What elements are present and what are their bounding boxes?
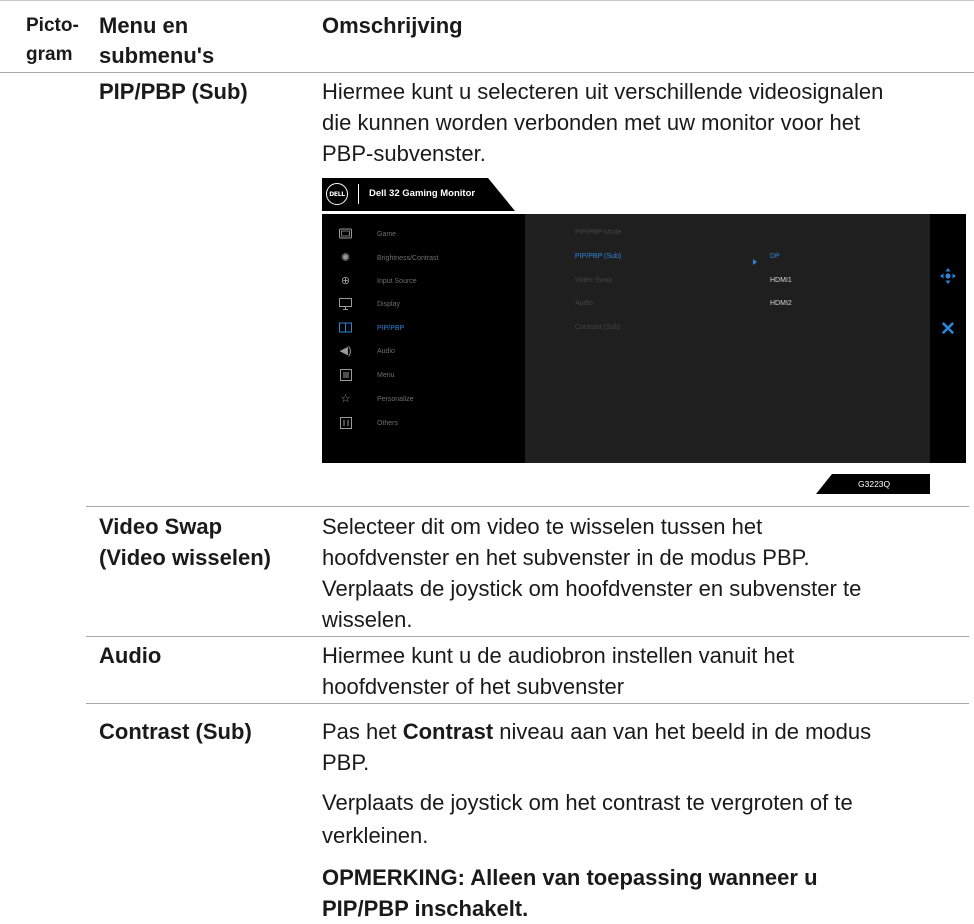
label-audio: Audio	[99, 643, 162, 668]
selection-arrow-icon	[753, 259, 757, 265]
game-icon	[339, 228, 352, 241]
osd-title: Dell 32 Gaming Monitor	[369, 188, 476, 199]
menu-item-display[interactable]: Display	[322, 294, 525, 317]
menu-item-menu[interactable]: Menu	[322, 365, 525, 388]
menu-label-personalize: Personalize	[377, 396, 414, 403]
menu-item-brightness[interactable]: ✺ Brightness/Contrast	[322, 248, 525, 271]
tab-separator	[358, 184, 359, 204]
header-description: Omschrijving	[322, 13, 463, 38]
desc-contrast-para2-line1: Verplaats de joystick om het contrast te…	[322, 790, 853, 815]
submenu-pip-pbp-mode[interactable]: PIP/PBP Mode	[575, 227, 622, 239]
desc-pip-sub-line2: die kunnen worden verbonden met uw monit…	[322, 110, 861, 135]
menu-item-audio[interactable]: ◀) Audio	[322, 341, 525, 364]
row-divider-2	[86, 636, 969, 637]
desc-video-swap-line2: hoofdvenster en het subvenster in de mod…	[322, 545, 810, 570]
header-divider	[0, 72, 974, 73]
menu-item-others[interactable]: Others	[322, 413, 525, 436]
speaker-icon: ◀)	[339, 345, 352, 357]
option-hdmi1[interactable]: HDMI1	[770, 275, 792, 287]
menu-label-menu: Menu	[377, 372, 395, 379]
dell-logo: DELL	[326, 183, 348, 205]
row-divider-1	[86, 506, 969, 507]
desc-contrast-line2: PBP.	[322, 750, 370, 775]
menu-label-game: Game	[377, 231, 397, 238]
label-video-swap-line1: Video Swap	[99, 514, 223, 539]
menu-item-input-source[interactable]: ⊕ Input Source	[322, 271, 525, 294]
submenu-pip-pbp-sub[interactable]: PIP/PBP (Sub)	[575, 251, 621, 263]
star-icon: ☆	[340, 393, 351, 405]
close-icon[interactable]: ✕	[938, 320, 958, 340]
menu-label-brightness: Brightness/Contrast	[377, 255, 439, 262]
others-icon	[339, 417, 352, 430]
note-line1: OPMERKING: Alleen van toepassing wanneer…	[322, 865, 818, 890]
top-rule	[0, 0, 974, 1]
menu-label-audio: Audio	[377, 348, 395, 355]
menu-item-personalize[interactable]: ☆ Personalize	[322, 389, 525, 412]
header-pictogram-line1: Picto-	[26, 15, 79, 36]
desc-video-swap-line4: wisselen.	[322, 607, 413, 632]
header-menu-line1: Menu en	[99, 13, 189, 38]
header-pictogram-line2: gram	[26, 44, 73, 65]
display-icon	[339, 298, 352, 311]
label-contrast-sub: Contrast (Sub)	[99, 719, 252, 744]
desc-video-swap-line3: Verplaats de joystick om hoofdvenster en…	[322, 576, 862, 601]
brightness-icon: ✺	[340, 252, 351, 264]
label-pip-pbp-sub: PIP/PBP (Sub)	[99, 79, 248, 104]
submenu-video-swap[interactable]: Video Swap	[575, 275, 612, 287]
menu-label-pip-pbp: PIP/PBP	[377, 325, 405, 332]
desc-contrast-bold: Contrast	[402, 719, 494, 744]
desc-pip-sub-line3: PBP-subvenster.	[322, 141, 486, 166]
osd-submenu-panel: PIP/PBP Mode PIP/PBP (Sub) Video Swap Au…	[525, 214, 930, 463]
desc-contrast-prefix: Pas het	[322, 719, 403, 744]
submenu-audio[interactable]: Audio	[575, 298, 593, 310]
menu-label-input-source: Input Source	[377, 278, 417, 285]
menu-label-display: Display	[377, 301, 400, 308]
note-line2: PIP/PBP inschakelt.	[322, 896, 529, 921]
input-source-icon: ⊕	[340, 275, 351, 287]
desc-contrast-line1: Pas het Contrast niveau aan van het beel…	[322, 716, 871, 747]
desc-contrast-para2-line2: verkleinen.	[322, 823, 429, 848]
header-menu-line2: submenu's	[99, 43, 215, 68]
osd-main-menu: Game ✺ Brightness/Contrast ⊕ Input Sourc…	[322, 214, 525, 463]
menu-label-others: Others	[377, 420, 399, 427]
label-video-swap-line2: (Video wisselen)	[99, 545, 271, 570]
desc-audio-line2: hoofdvenster of het subvenster	[322, 674, 625, 699]
desc-audio-line1: Hiermee kunt u de audiobron instellen va…	[322, 643, 795, 668]
menu-item-game[interactable]: Game	[322, 224, 525, 247]
option-dp[interactable]: DP	[770, 251, 780, 263]
row-divider-3	[86, 703, 969, 704]
desc-contrast-suffix: niveau aan van het beeld in de modus	[493, 719, 872, 744]
pip-pbp-icon	[339, 322, 352, 335]
menu-item-pip-pbp[interactable]: PIP/PBP	[322, 318, 525, 341]
desc-video-swap-line1: Selecteer dit om video te wisselen tusse…	[322, 514, 763, 539]
desc-pip-sub-line1: Hiermee kunt u selecteren uit verschille…	[322, 79, 884, 104]
option-hdmi2[interactable]: HDMI2	[770, 298, 792, 310]
menu-icon	[339, 369, 352, 382]
model-label: G3223Q	[858, 479, 891, 489]
joystick-move-icon[interactable]	[940, 268, 956, 284]
submenu-contrast-sub[interactable]: Contrast (Sub)	[575, 322, 621, 334]
